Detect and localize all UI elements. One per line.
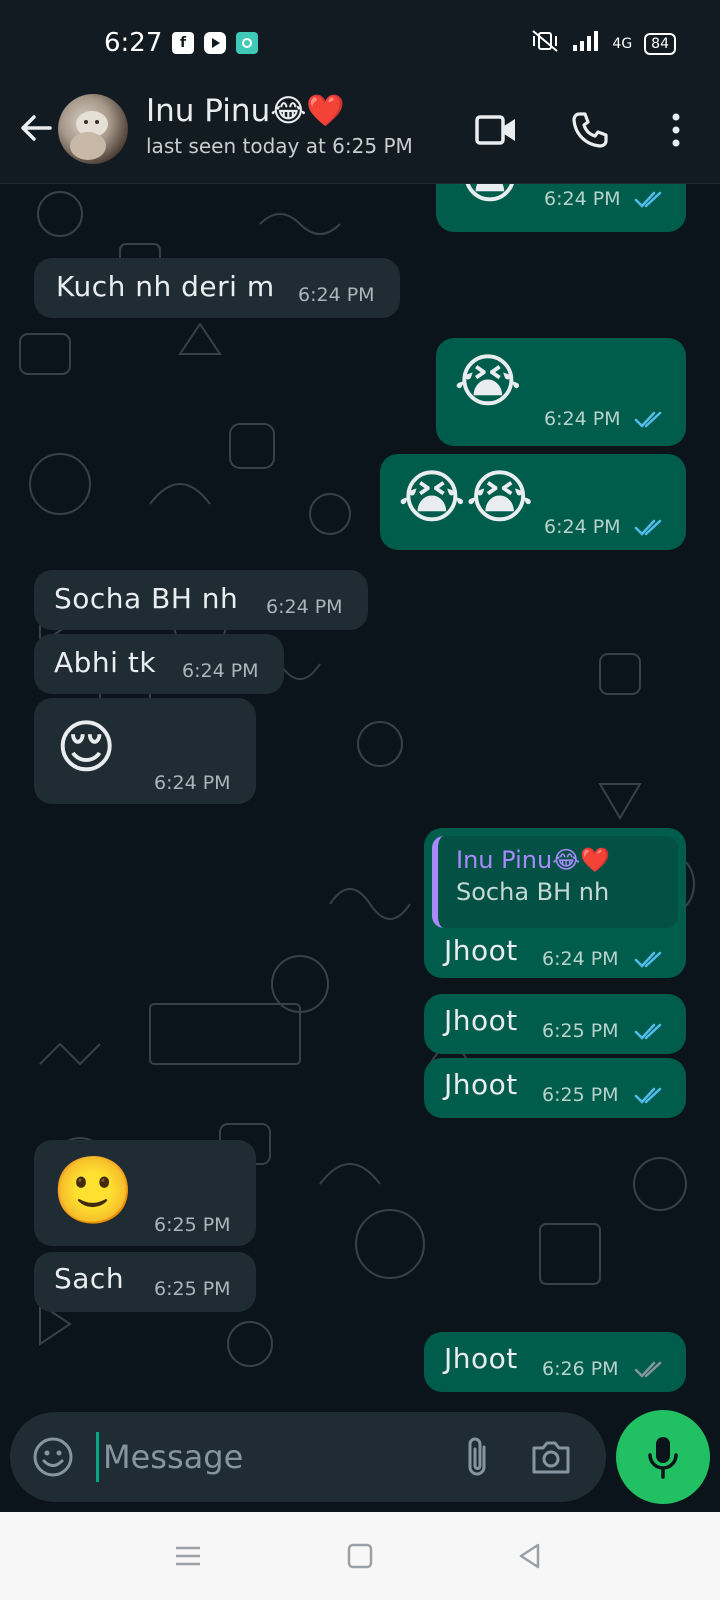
message-emoji: 🙂 [52, 1152, 135, 1229]
status-time: 6:27 [104, 28, 163, 58]
message-bubble-incoming[interactable]: Socha BH nh 6:24 PM [34, 570, 368, 630]
status-bar: 6:27 f 4G 84 [0, 0, 720, 88]
vibrate-icon [530, 30, 560, 57]
message-time: 6:24 PM [544, 408, 621, 430]
message-text: Jhoot [444, 1004, 518, 1037]
message-time: 6:25 PM [154, 1278, 231, 1300]
message-time: 6:24 PM [542, 948, 619, 970]
message-bubble-incoming[interactable]: Sach 6:25 PM [34, 1252, 256, 1312]
message-time: 6:25 PM [154, 1214, 231, 1236]
quoted-message-text: Socha BH nh [456, 878, 610, 906]
microphone-icon [648, 1437, 678, 1479]
message-time: 6:24 PM [182, 660, 259, 682]
video-call-icon[interactable] [474, 108, 518, 152]
message-text: Abhi tk [54, 646, 157, 679]
menu-nav-icon[interactable] [172, 1540, 204, 1572]
chat-header: Inu Pinu😂❤️ last seen today at 6:25 PM [0, 88, 720, 184]
contact-avatar[interactable] [58, 94, 128, 164]
message-emoji: 😭 [456, 184, 524, 206]
voice-message-button[interactable] [616, 1410, 710, 1504]
message-time: 6:25 PM [542, 1020, 619, 1042]
signal-icon [572, 30, 600, 57]
app-icon [236, 32, 258, 54]
message-time: 6:24 PM [544, 516, 621, 538]
double-check-read-icon [634, 1023, 662, 1040]
message-time: 6:26 PM [542, 1358, 619, 1380]
double-check-read-icon [634, 191, 662, 208]
network-type: 4G [612, 35, 633, 52]
message-text: Jhoot [444, 1342, 518, 1375]
message-time: 6:24 PM [266, 596, 343, 618]
camera-icon[interactable] [528, 1434, 574, 1480]
message-bubble-outgoing[interactable]: 😭 6:24 PM [436, 184, 686, 232]
youtube-icon [204, 32, 226, 54]
double-check-read-icon [634, 951, 662, 968]
voice-call-icon[interactable] [568, 108, 612, 152]
message-time: 6:24 PM [298, 284, 375, 306]
home-nav-icon[interactable] [344, 1540, 376, 1572]
message-bubble-outgoing[interactable]: Jhoot 6:26 PM [424, 1332, 686, 1392]
facebook-icon: f [172, 32, 194, 54]
back-arrow-icon[interactable] [16, 108, 56, 148]
message-bubble-incoming[interactable]: 🙂 6:25 PM [34, 1140, 256, 1246]
double-check-read-icon [634, 519, 662, 536]
message-emoji: 😌 [56, 713, 117, 781]
quoted-message[interactable]: Inu Pinu😂❤️ Socha BH nh [432, 836, 678, 928]
status-app-icons: f [172, 32, 258, 54]
message-input[interactable] [96, 1432, 426, 1482]
double-check-delivered-icon [634, 1361, 662, 1378]
message-bubble-incoming[interactable]: Abhi tk 6:24 PM [34, 634, 284, 694]
chat-area[interactable]: 😭 6:24 PM Kuch nh deri m 6:24 PM 😭 6:24 … [0, 184, 720, 1412]
message-emoji: 😭😭 [398, 463, 534, 531]
message-time: 6:25 PM [542, 1084, 619, 1106]
battery-indicator: 84 [644, 32, 676, 55]
message-emoji: 😭 [454, 347, 522, 415]
message-bubble-outgoing[interactable]: Jhoot 6:25 PM [424, 1058, 686, 1118]
attach-icon[interactable] [454, 1434, 500, 1480]
more-options-icon[interactable] [654, 108, 698, 152]
message-text: Jhoot [444, 934, 518, 967]
message-text: Kuch nh deri m [56, 270, 275, 303]
message-time: 6:24 PM [544, 188, 621, 210]
message-text: Jhoot [444, 1068, 518, 1101]
message-bubble-outgoing-reply[interactable]: Inu Pinu😂❤️ Socha BH nh Jhoot 6:24 PM [424, 828, 686, 978]
message-bubble-outgoing[interactable]: 😭😭 6:24 PM [380, 454, 686, 550]
back-nav-icon[interactable] [514, 1540, 546, 1572]
message-time: 6:24 PM [154, 772, 231, 794]
message-text: Sach [54, 1262, 125, 1295]
system-navigation-bar [0, 1512, 720, 1600]
contact-name[interactable]: Inu Pinu😂❤️ [146, 92, 345, 129]
emoji-icon[interactable] [30, 1434, 76, 1480]
message-text: Socha BH nh [54, 582, 239, 615]
message-composer [10, 1412, 606, 1502]
double-check-read-icon [634, 1087, 662, 1104]
status-indicators: 4G 84 [530, 30, 676, 57]
double-check-read-icon [634, 411, 662, 428]
message-bubble-outgoing[interactable]: 😭 6:24 PM [436, 338, 686, 446]
message-bubble-outgoing[interactable]: Jhoot 6:25 PM [424, 994, 686, 1054]
quoted-sender-name: Inu Pinu😂❤️ [456, 846, 611, 874]
message-bubble-incoming[interactable]: 😌 6:24 PM [34, 698, 256, 804]
message-bubble-incoming[interactable]: Kuch nh deri m 6:24 PM [34, 258, 400, 318]
last-seen-status: last seen today at 6:25 PM [146, 134, 413, 158]
